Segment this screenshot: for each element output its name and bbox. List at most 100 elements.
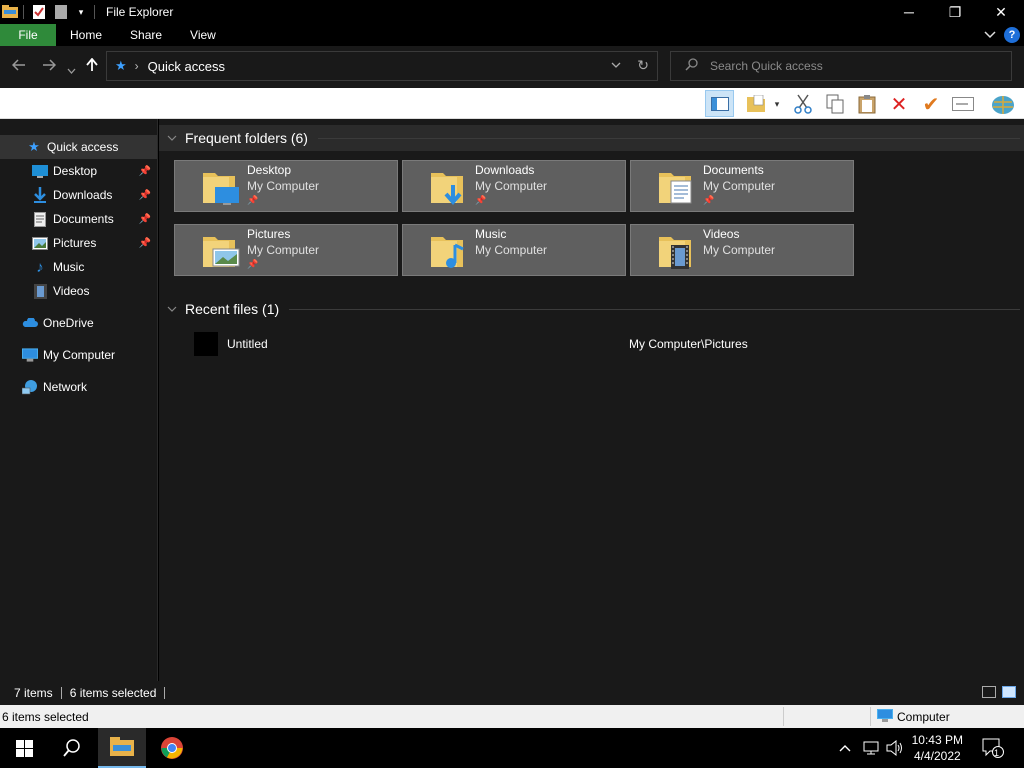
expand-ribbon-icon[interactable] <box>984 28 996 42</box>
paste-icon[interactable] <box>854 91 880 117</box>
large-icons-view-button[interactable] <box>1002 686 1016 698</box>
folder-tile-desktop[interactable]: Desktop My Computer 📌 <box>174 160 398 212</box>
pin-icon: 📌 <box>138 189 151 201</box>
status-separator <box>164 687 166 699</box>
folder-tile-pictures[interactable]: Pictures My Computer 📌 <box>174 224 398 276</box>
sidebar-item-pictures[interactable]: Pictures 📌 <box>0 231 157 255</box>
file-explorer-taskbar-button[interactable] <box>98 728 146 768</box>
music-icon: ♪ <box>36 258 44 276</box>
sidebar-item-label: My Computer <box>43 348 116 362</box>
sidebar-item-network[interactable]: Network <box>0 375 157 399</box>
status-divider <box>870 707 871 726</box>
clock[interactable]: 10:43 PM 4/4/2022 <box>912 732 963 764</box>
tile-name: Documents <box>703 163 764 177</box>
qat-separator <box>94 5 95 19</box>
sidebar-item-videos[interactable]: Videos <box>0 279 157 303</box>
navigation-pane-button[interactable] <box>705 90 734 117</box>
collapse-chevron-icon[interactable] <box>167 304 177 315</box>
folder-tile-documents[interactable]: Documents My Computer 📌 <box>630 160 854 212</box>
computer-icon <box>877 709 893 725</box>
folder-desktop-icon <box>201 167 241 207</box>
sidebar-item-onedrive[interactable]: OneDrive <box>0 311 157 335</box>
group-title: Frequent folders (6) <box>185 130 308 146</box>
sidebar-item-music[interactable]: ♪ Music <box>0 255 157 279</box>
close-button[interactable]: ✕ <box>978 0 1024 24</box>
sidebar-item-documents[interactable]: Documents 📌 <box>0 207 157 231</box>
sidebar-item-desktop[interactable]: Desktop 📌 <box>0 159 157 183</box>
refresh-icon[interactable]: ↻ <box>637 57 649 74</box>
folder-pictures-icon <box>201 231 241 271</box>
recent-locations-icon[interactable] <box>67 61 76 78</box>
recent-files-header[interactable]: Recent files (1) <box>159 296 1024 322</box>
tile-name: Desktop <box>247 163 292 177</box>
file-name: Untitled <box>227 337 268 351</box>
notification-center-icon[interactable] <box>982 738 1004 761</box>
start-button[interactable] <box>0 728 48 768</box>
sidebar-item-label: Pictures <box>53 236 97 250</box>
copy-icon[interactable] <box>822 91 848 117</box>
collapse-chevron-icon[interactable] <box>167 133 177 144</box>
tab-file[interactable]: File <box>0 24 56 46</box>
taskbar: 10:43 PM 4/4/2022 1 <box>0 728 1024 768</box>
explorer-app-icon[interactable] <box>2 4 18 20</box>
computer-icon <box>22 347 38 363</box>
properties-icon[interactable] <box>31 4 47 20</box>
pin-icon: 📌 <box>703 195 715 205</box>
file-path: My Computer\Pictures <box>629 337 748 351</box>
new-item-dropdown-icon[interactable]: ▾ <box>770 91 784 117</box>
sidebar-item-label: Quick access <box>47 140 119 154</box>
minimize-button[interactable]: ─ <box>886 0 932 24</box>
recent-file-row[interactable]: Untitled My Computer\Pictures <box>159 331 1024 357</box>
volume-icon[interactable] <box>886 739 904 759</box>
address-dropdown-icon[interactable] <box>611 59 621 71</box>
help-icon[interactable]: ? <box>1004 27 1020 43</box>
show-hidden-icons-icon[interactable] <box>839 740 851 755</box>
tile-location: My Computer <box>247 179 320 193</box>
maximize-button[interactable]: ❐ <box>932 0 978 24</box>
title-bar: ▾ File Explorer ─ ❐ ✕ <box>0 0 1024 24</box>
breadcrumb-chevron-icon[interactable]: › <box>135 59 139 73</box>
tab-home[interactable]: Home <box>56 24 116 46</box>
sidebar-item-label: OneDrive <box>43 316 94 330</box>
pin-icon: 📌 <box>247 195 259 205</box>
back-arrow-icon[interactable] <box>11 58 26 75</box>
tab-share[interactable]: Share <box>116 24 176 46</box>
delete-icon[interactable]: ✕ <box>886 91 912 117</box>
rename-icon[interactable] <box>950 91 976 117</box>
folder-tile-downloads[interactable]: Downloads My Computer 📌 <box>402 160 626 212</box>
check-icon[interactable]: ✔ <box>918 91 944 117</box>
sidebar-item-downloads[interactable]: Downloads 📌 <box>0 183 157 207</box>
group-divider <box>317 137 1020 139</box>
network-tray-icon[interactable] <box>862 740 880 759</box>
sidebar-item-label: Desktop <box>53 164 98 178</box>
address-bar[interactable]: ★ › Quick access ↻ <box>106 51 658 81</box>
pin-icon: 📌 <box>247 259 259 269</box>
folder-downloads-icon <box>429 167 469 207</box>
forward-arrow-icon[interactable] <box>42 58 57 75</box>
shell-icon[interactable] <box>990 91 1016 117</box>
sidebar-item-quick-access[interactable]: ★ Quick access <box>0 135 157 159</box>
group-divider <box>289 308 1020 310</box>
chrome-taskbar-button[interactable] <box>148 728 196 768</box>
frequent-folders-header[interactable]: Frequent folders (6) <box>159 125 1024 151</box>
folder-tile-music[interactable]: Music My Computer <box>402 224 626 276</box>
tile-location: My Computer <box>703 179 776 193</box>
folder-documents-icon <box>657 167 697 207</box>
customize-qat-icon[interactable]: ▾ <box>73 4 89 20</box>
up-arrow-icon[interactable] <box>86 57 98 76</box>
new-folder-icon[interactable] <box>53 4 69 20</box>
folder-tile-videos[interactable]: Videos My Computer <box>630 224 854 276</box>
new-folder-button[interactable] <box>744 91 770 117</box>
search-input[interactable] <box>710 59 970 73</box>
search-taskbar-button[interactable] <box>48 728 96 768</box>
tile-location: My Computer <box>475 179 548 193</box>
breadcrumb-quick-access[interactable]: Quick access <box>148 59 225 74</box>
search-box[interactable] <box>670 51 1012 81</box>
cut-icon[interactable] <box>790 91 816 117</box>
group-title: Recent files (1) <box>185 301 280 317</box>
ribbon-tabs: File Home Share View ? <box>0 24 1024 46</box>
details-view-button[interactable] <box>982 686 996 698</box>
tab-view[interactable]: View <box>176 24 230 46</box>
videos-icon <box>32 283 48 299</box>
sidebar-item-my-computer[interactable]: My Computer <box>0 343 157 367</box>
